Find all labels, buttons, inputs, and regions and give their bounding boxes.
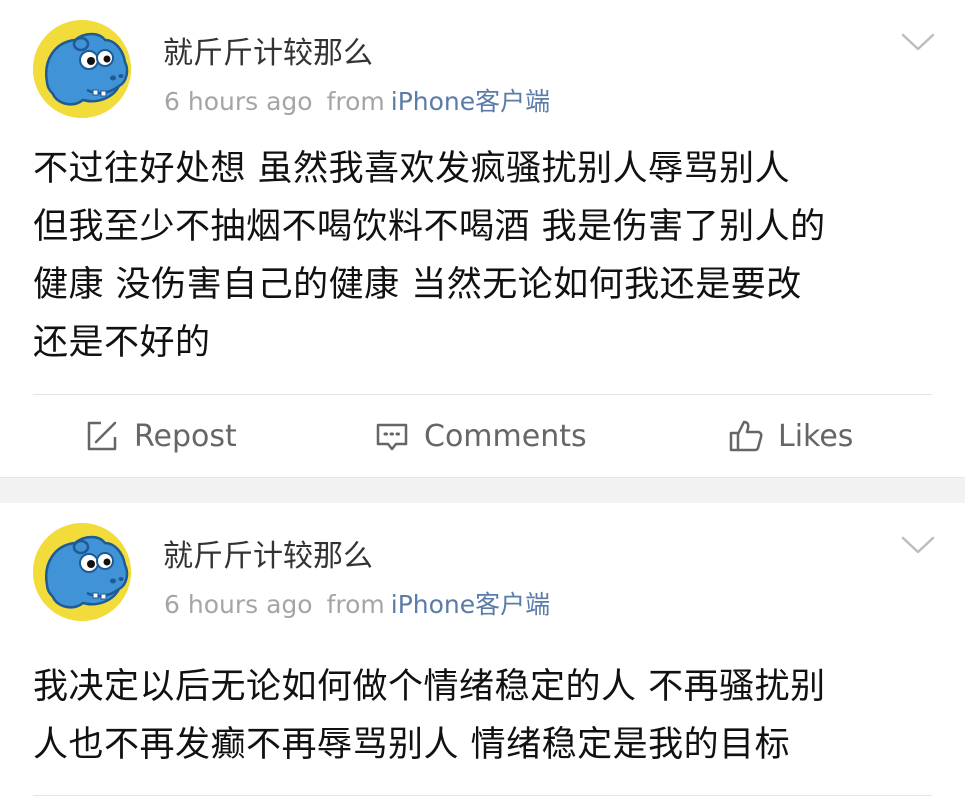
source-link[interactable]: iPhone客户端 — [391, 87, 550, 116]
source-link[interactable]: iPhone客户端 — [391, 590, 550, 619]
from-label: from — [326, 590, 385, 619]
content-line: 我决定以后无论如何做个情绪稳定的人 不再骚扰别 — [33, 667, 826, 707]
avatar[interactable] — [33, 523, 131, 621]
comments-icon — [374, 418, 410, 454]
repost-button[interactable]: Repost — [84, 395, 237, 477]
post-time: 6 hours ago — [164, 87, 313, 116]
post-content: 我决定以后无论如何做个情绪稳定的人 不再骚扰别 人也不再发癫不再辱骂别人 情绪稳… — [33, 658, 937, 774]
post-time: 6 hours ago — [164, 590, 313, 619]
content-line: 但我至少不抽烟不喝饮料不喝酒 我是伤害了别人的 — [33, 207, 826, 247]
comments-label: Comments — [424, 418, 587, 454]
username[interactable]: 就斤斤计较那么 — [163, 36, 373, 72]
content-line: 还是不好的 — [33, 323, 211, 363]
comments-button[interactable]: Comments — [374, 395, 587, 477]
hippo-avatar-icon — [33, 20, 131, 118]
post-content: 不过往好处想 虽然我喜欢发疯骚扰别人辱骂别人 但我至少不抽烟不喝饮料不喝酒 我是… — [33, 140, 937, 372]
repost-icon — [84, 418, 120, 454]
weibo-feed: 就斤斤计较那么 6 hours ago from iPhone客户端 不过往好处想 … — [0, 0, 965, 800]
username[interactable]: 就斤斤计较那么 — [163, 539, 373, 575]
content-line: 健康 没伤害自己的健康 当然无论如何我还是要改 — [33, 265, 802, 305]
chevron-down-icon[interactable] — [901, 32, 935, 52]
content-line: 人也不再发癫不再辱骂别人 情绪稳定是我的目标 — [33, 725, 791, 765]
post-card[interactable]: 就斤斤计较那么 6 hours ago from iPhone客户端 我决定以后无论… — [0, 503, 965, 800]
post-meta: 6 hours ago from iPhone客户端 — [164, 86, 550, 118]
avatar[interactable] — [33, 20, 131, 118]
repost-label: Repost — [134, 418, 237, 454]
chevron-down-icon[interactable] — [901, 535, 935, 555]
post-card[interactable]: 就斤斤计较那么 6 hours ago from iPhone客户端 不过往好处想 … — [0, 0, 965, 477]
feed-separator — [0, 477, 965, 503]
action-bar: Repost Comments Likes — [0, 395, 965, 477]
from-label: from — [326, 87, 385, 116]
likes-button[interactable]: Likes — [728, 395, 853, 477]
hippo-avatar-icon — [33, 523, 131, 621]
thumbs-up-icon — [728, 418, 764, 454]
post-meta: 6 hours ago from iPhone客户端 — [164, 589, 550, 621]
divider — [33, 795, 932, 796]
likes-label: Likes — [778, 418, 854, 454]
content-line: 不过往好处想 虽然我喜欢发疯骚扰别人辱骂别人 — [33, 149, 791, 189]
